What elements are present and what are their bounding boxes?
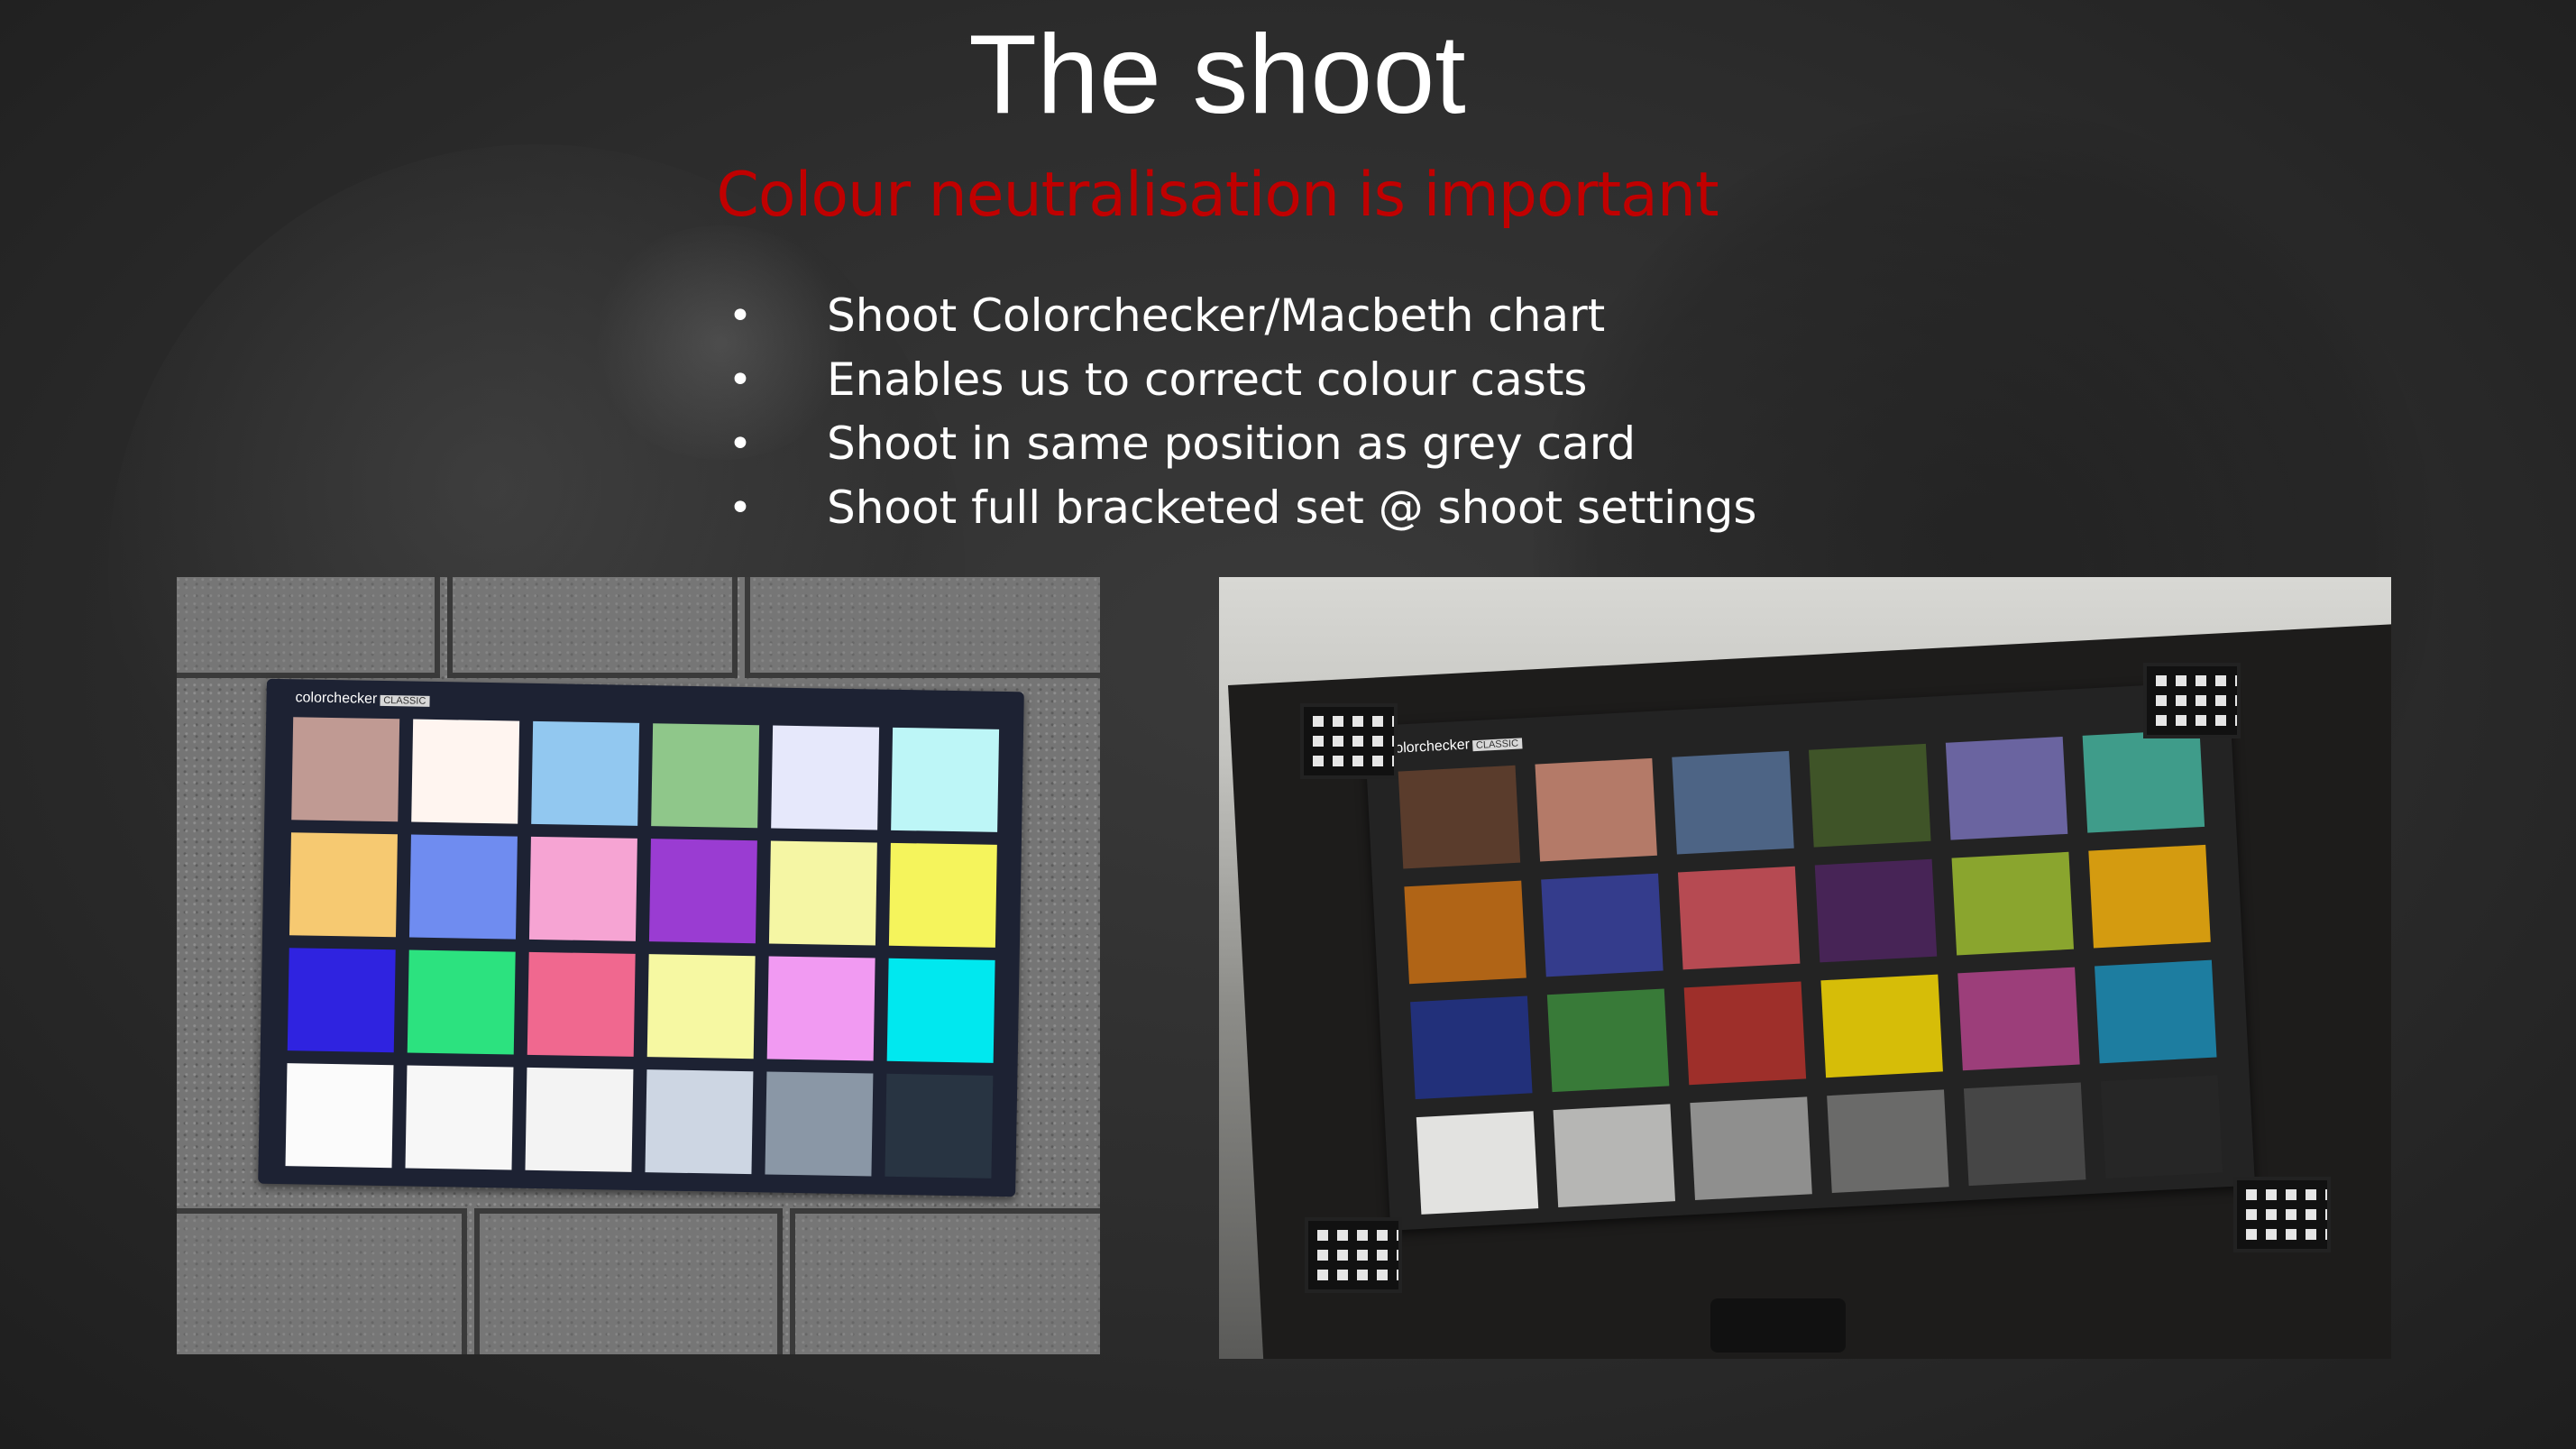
slide-title: The shoot: [968, 13, 1466, 137]
color-patch: [528, 836, 637, 941]
color-patch: [405, 1065, 514, 1170]
color-patch: [525, 1067, 634, 1172]
qr-marker: [2233, 1177, 2331, 1252]
color-patch: [2088, 844, 2211, 949]
bullet-item: • Shoot Colorchecker/Macbeth chart: [721, 284, 1756, 348]
color-patch: [1546, 988, 1670, 1093]
qr-marker: [1300, 703, 1398, 779]
brand-badge: CLASSIC: [1471, 738, 1523, 752]
paving-tile: [790, 1208, 1100, 1354]
bullet-text: Shoot in same position as grey card: [827, 417, 1636, 470]
colorchecker-photo-studio: colorcheckerCLASSIC x·rite: [1219, 577, 2391, 1359]
paving-tile: [745, 577, 1100, 678]
color-patch: [285, 1063, 394, 1169]
colorchecker-chart-left: colorcheckerCLASSIC x·rite: [258, 678, 1024, 1197]
color-patch: [886, 958, 995, 1063]
color-patch: [1398, 765, 1521, 869]
bullet-text: Enables us to correct colour casts: [827, 353, 1588, 406]
color-patch: [888, 842, 997, 948]
color-patch: [2100, 1075, 2223, 1179]
color-patch: [771, 725, 880, 830]
color-patch: [1963, 1082, 2086, 1187]
bullet-item: • Enables us to correct colour casts: [721, 348, 1756, 412]
bullet-list: • Shoot Colorchecker/Macbeth chart • Enabl…: [721, 284, 1756, 540]
color-patch: [1690, 1096, 1812, 1201]
bullet-item: • Shoot full bracketed set @ shoot settin…: [721, 476, 1756, 540]
color-patch: [1809, 743, 1931, 848]
color-patch: [1553, 1104, 1676, 1207]
color-patch: [527, 951, 636, 1057]
paving-tile: [177, 577, 440, 678]
color-patch: [646, 954, 756, 1059]
colorchecker-brand: colorchecker CLASSIC: [295, 690, 430, 709]
color-patch: [648, 839, 757, 944]
color-patch: [1820, 974, 1943, 1078]
paving-tile: [474, 1208, 783, 1354]
qr-marker: [1305, 1217, 1402, 1293]
paving-tile: [177, 1208, 467, 1354]
color-patch: [291, 717, 400, 822]
patch-grid-left: [267, 679, 1024, 1178]
color-patch: [1951, 851, 2075, 956]
color-patch: [1814, 858, 1938, 963]
colorchecker-photo-paving: colorcheckerCLASSIC x·rite: [177, 577, 1100, 1354]
color-patch: [289, 832, 398, 938]
color-patch: [651, 723, 760, 829]
color-patch: [1535, 757, 1657, 862]
brand-text: colorchecker: [1387, 737, 1471, 757]
bullet-dot: •: [729, 485, 752, 531]
color-patch: [287, 948, 396, 1053]
color-patch: [2082, 729, 2205, 833]
color-patch: [1672, 750, 1794, 855]
color-patch: [531, 720, 640, 826]
color-patch: [1410, 995, 1533, 1100]
color-patch: [891, 727, 1000, 832]
bullet-text: Shoot Colorchecker/Macbeth chart: [827, 289, 1606, 342]
colorchecker-brand: colorchecker CLASSIC: [1388, 734, 1523, 757]
color-patch: [408, 834, 518, 940]
brand-badge: CLASSIC: [380, 694, 430, 707]
color-patch: [1827, 1089, 1949, 1194]
color-patch: [2095, 959, 2217, 1064]
color-patch: [1957, 967, 2080, 1071]
bullet-dot: •: [729, 357, 752, 403]
color-patch: [885, 1073, 994, 1178]
color-patch: [1683, 981, 1807, 1086]
color-patch: [645, 1069, 754, 1175]
color-patch: [1945, 736, 2068, 840]
color-patch: [768, 840, 877, 946]
color-patch: [1404, 880, 1526, 985]
colorchecker-chart-right: colorcheckerCLASSIC x·rite: [1364, 681, 2255, 1231]
bullet-item: • Shoot in same position as grey card: [721, 412, 1756, 476]
qr-marker: [2143, 663, 2241, 738]
color-patch: [411, 719, 520, 824]
color-patch: [1677, 866, 1801, 970]
color-patch: [1416, 1111, 1539, 1215]
chart-stand-foot: [1710, 1298, 1846, 1353]
bullet-dot: •: [729, 421, 752, 467]
paving-tile: [447, 577, 738, 678]
slide: The shoot Colour neutralisation is impor…: [0, 0, 2576, 1449]
color-patch: [407, 949, 516, 1055]
color-patch: [766, 956, 875, 1061]
bullet-text: Shoot full bracketed set @ shoot setting…: [827, 481, 1757, 534]
color-patch: [1541, 873, 1664, 977]
color-patch: [765, 1071, 874, 1177]
bullet-dot: •: [729, 293, 752, 339]
brand-text: colorchecker: [295, 690, 378, 707]
slide-subtitle: Colour neutralisation is important: [716, 160, 1719, 231]
